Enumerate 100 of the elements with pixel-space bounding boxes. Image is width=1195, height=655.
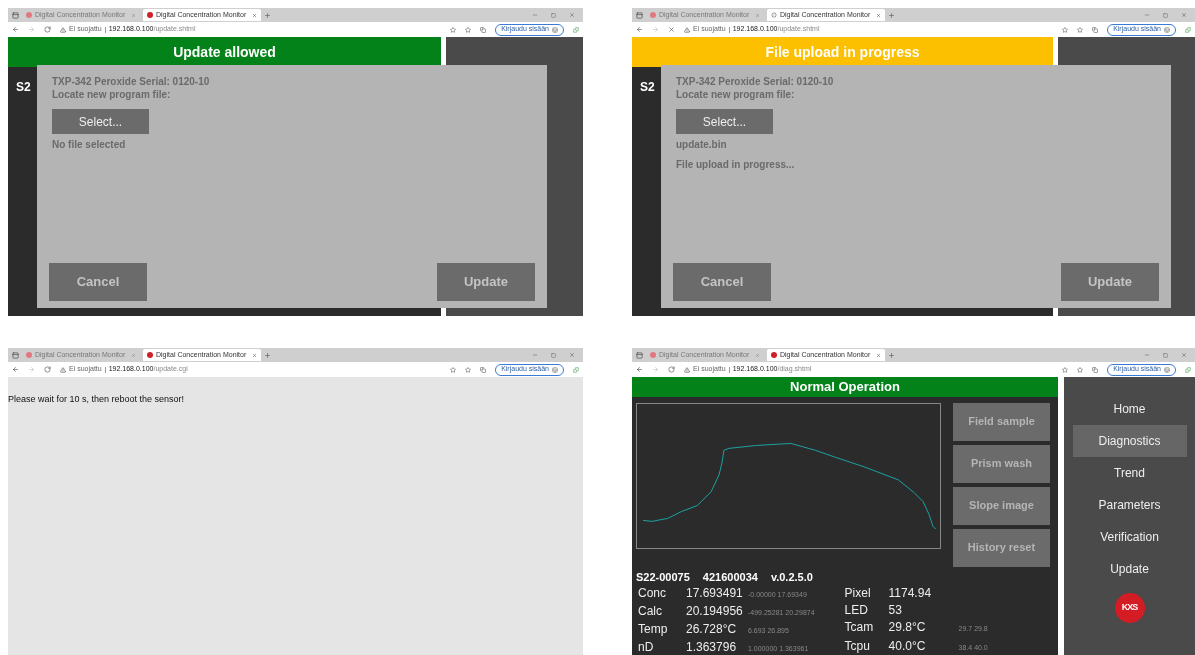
- close-icon[interactable]: [569, 12, 575, 18]
- minimize-icon[interactable]: [532, 12, 538, 18]
- extension-icon[interactable]: [573, 26, 579, 33]
- close-tab-icon[interactable]: [755, 12, 760, 18]
- extension-icon[interactable]: [573, 366, 579, 373]
- site-favicon-icon: [147, 12, 153, 18]
- reading-label: LED: [844, 602, 869, 618]
- forward-icon[interactable]: [28, 26, 35, 33]
- reading-value: 29.8°C: [888, 619, 927, 635]
- reading-label: Calc: [638, 603, 663, 619]
- reading-value: 1174.94: [888, 585, 933, 601]
- stop-icon[interactable]: [668, 26, 675, 33]
- close-icon[interactable]: [1181, 352, 1187, 358]
- tab-actions-icon[interactable]: [636, 11, 643, 19]
- reading-value: 26.728°C: [686, 621, 738, 637]
- restore-icon[interactable]: [551, 12, 556, 18]
- new-tab-icon[interactable]: [264, 351, 271, 359]
- forward-icon[interactable]: [652, 366, 659, 373]
- restore-icon[interactable]: [1163, 352, 1168, 358]
- file-name: No file selected: [52, 138, 126, 152]
- reading-label: Tcpu: [844, 638, 871, 654]
- site-favicon-icon: [650, 12, 656, 18]
- prompt-label: Locate new program file:: [52, 88, 171, 101]
- new-tab-icon[interactable]: [264, 11, 271, 19]
- close-tab-icon[interactable]: [131, 352, 136, 358]
- collections-icon[interactable]: [480, 366, 487, 373]
- status-banner: File upload in progress: [632, 37, 1053, 67]
- favorites-icon[interactable]: [465, 26, 472, 33]
- new-tab-icon[interactable]: [888, 351, 895, 359]
- minimize-icon[interactable]: [1144, 352, 1150, 358]
- collections-icon[interactable]: [480, 26, 487, 33]
- avatar-icon: [552, 366, 558, 373]
- reload-icon[interactable]: [44, 366, 51, 373]
- reload-icon[interactable]: [44, 26, 51, 33]
- close-tab-icon[interactable]: [876, 12, 881, 18]
- select-file-button[interactable]: Select...: [52, 109, 149, 134]
- add-favorite-icon[interactable]: [1062, 26, 1069, 33]
- minimize-icon[interactable]: [1144, 12, 1150, 18]
- reading-value: 1.363796: [686, 639, 738, 655]
- warning-icon: [60, 26, 66, 33]
- add-favorite-icon[interactable]: [1062, 366, 1069, 373]
- avatar-icon: [1164, 366, 1170, 373]
- progress-message: File upload in progress...: [676, 158, 795, 172]
- site-favicon-icon: [26, 12, 32, 18]
- restore-icon[interactable]: [551, 352, 556, 358]
- site-favicon-icon: [147, 352, 153, 358]
- nav-item[interactable]: Trend: [1072, 457, 1187, 489]
- add-favorite-icon[interactable]: [450, 26, 457, 33]
- reading-label: Pixel: [844, 585, 872, 601]
- avatar-icon: [1164, 26, 1170, 33]
- nav-item[interactable]: Verification: [1072, 521, 1187, 553]
- back-icon[interactable]: [636, 26, 643, 33]
- reading-label: Conc: [638, 585, 667, 601]
- close-icon[interactable]: [1181, 12, 1187, 18]
- favorites-icon[interactable]: [1077, 26, 1084, 33]
- nav-item[interactable]: Diagnostics: [1072, 425, 1187, 457]
- reading-value: 53: [888, 602, 903, 618]
- collections-icon[interactable]: [1092, 366, 1099, 373]
- favorites-icon[interactable]: [1077, 366, 1084, 373]
- back-icon[interactable]: [636, 366, 643, 373]
- close-tab-icon[interactable]: [131, 12, 136, 18]
- tab-actions-icon[interactable]: [636, 351, 643, 359]
- forward-icon[interactable]: [652, 26, 659, 33]
- nav-item[interactable]: Parameters: [1072, 489, 1187, 521]
- favorites-icon[interactable]: [465, 366, 472, 373]
- reload-icon[interactable]: [668, 366, 675, 373]
- warning-icon: [60, 366, 66, 373]
- tab-actions-icon[interactable]: [12, 351, 19, 359]
- collections-icon[interactable]: [1092, 26, 1099, 33]
- close-tab-icon[interactable]: [252, 12, 257, 18]
- extension-icon[interactable]: [1185, 26, 1191, 33]
- close-icon[interactable]: [569, 352, 575, 358]
- select-file-button[interactable]: Select...: [676, 109, 773, 134]
- nav-item[interactable]: Update: [1072, 553, 1187, 585]
- new-tab-icon[interactable]: [888, 11, 895, 19]
- back-icon[interactable]: [12, 26, 19, 33]
- reading-label: Tcam: [844, 619, 875, 635]
- loading-icon: [771, 12, 777, 18]
- back-icon[interactable]: [12, 366, 19, 373]
- extension-icon[interactable]: [1185, 366, 1191, 373]
- add-favorite-icon[interactable]: [450, 366, 457, 373]
- site-favicon-icon: [26, 352, 32, 358]
- close-tab-icon[interactable]: [755, 352, 760, 358]
- close-tab-icon[interactable]: [252, 352, 257, 358]
- forward-icon[interactable]: [28, 366, 35, 373]
- minimize-icon[interactable]: [532, 352, 538, 358]
- reading-label: Temp: [638, 621, 669, 637]
- tab-actions-icon[interactable]: [12, 11, 19, 19]
- close-tab-icon[interactable]: [876, 352, 881, 358]
- brand-logo: KXS: [1114, 593, 1145, 623]
- device-label: TXP-342 Peroxide Serial: 0120-10: [676, 75, 834, 88]
- device-info: v.0.2.5.0: [770, 569, 813, 585]
- avatar-icon: [552, 26, 558, 33]
- site-favicon-icon: [771, 352, 777, 358]
- nav-item[interactable]: Home: [1072, 393, 1187, 425]
- reading-value: 17.693491: [686, 585, 744, 601]
- restore-icon[interactable]: [1163, 12, 1168, 18]
- warning-icon: [684, 366, 690, 373]
- prompt-label: Locate new program file:: [676, 88, 795, 101]
- status-banner: Update allowed: [8, 37, 441, 67]
